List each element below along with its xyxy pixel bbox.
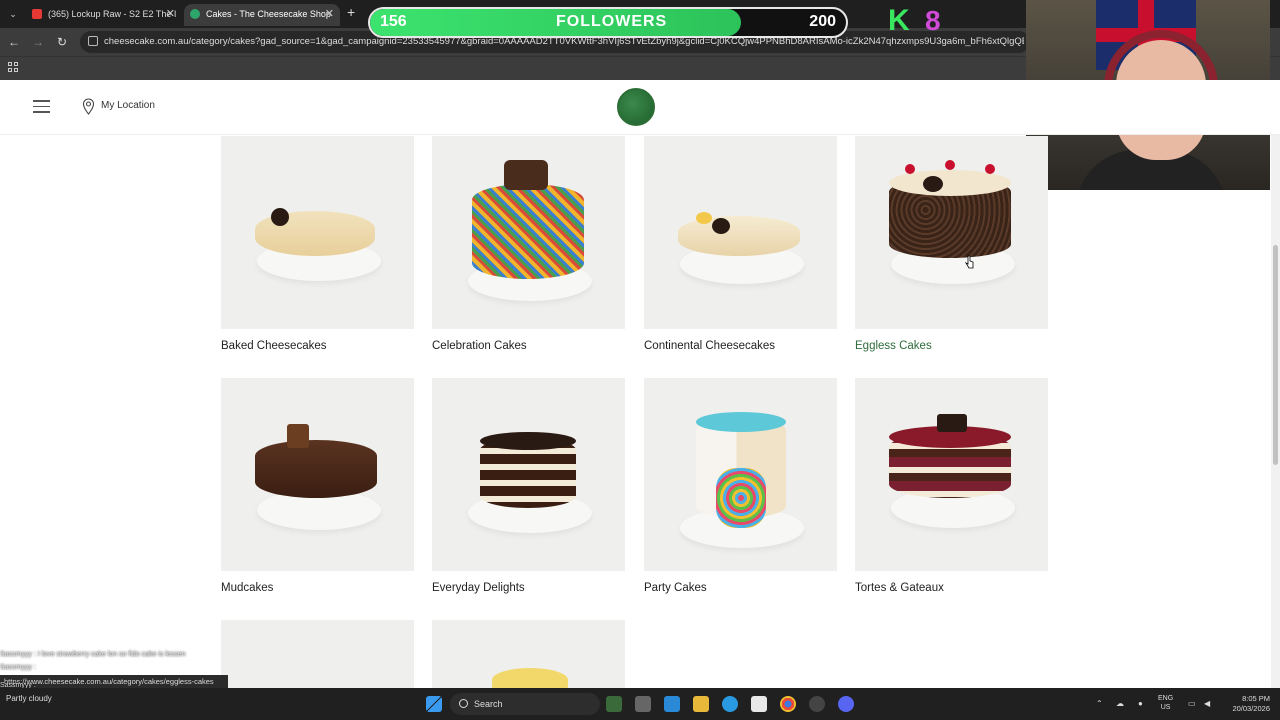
everyday-delight-image[interactable] <box>432 378 625 571</box>
stream-chat-overlay: Sassmyyy : I love strawberry cake lon so… <box>0 648 240 674</box>
category-label[interactable]: Baked Cheesecakes <box>221 340 326 352</box>
category-label[interactable]: Everyday Delights <box>432 582 525 594</box>
party-cake-image[interactable] <box>644 378 837 571</box>
tab-search-chevron-icon[interactable]: ⌄ <box>6 7 20 21</box>
category-image-partial[interactable] <box>221 620 414 688</box>
tab-title: Cakes - The Cheesecake Shop <box>206 9 331 19</box>
weather-widget[interactable]: Partly cloudy <box>6 694 52 703</box>
category-label[interactable]: Celebration Cakes <box>432 340 527 352</box>
mudcake-image[interactable] <box>221 378 414 571</box>
apps-grid-icon[interactable] <box>8 62 20 74</box>
chat-message: Sassmyyy : I love strawberry cake lon so… <box>0 651 186 658</box>
search-label: Search <box>474 699 503 709</box>
continental-cheesecake-image[interactable] <box>644 136 837 329</box>
kick-viewer-count: 8 <box>925 5 941 36</box>
category-image-partial[interactable] <box>432 620 625 688</box>
baked-cheesecake-image[interactable] <box>221 136 414 329</box>
back-arrow-icon[interactable]: ← <box>6 34 22 50</box>
microphone-icon[interactable]: ● <box>1138 688 1143 720</box>
volume-icon[interactable]: ◀ <box>1204 688 1210 720</box>
scrollbar-thumb[interactable] <box>1273 245 1278 465</box>
followers-goal-bar: 156 FOLLOWERS 200 <box>368 7 848 38</box>
eggless-cake-image[interactable] <box>855 136 1048 329</box>
settings-gear-icon[interactable] <box>635 696 651 712</box>
region-code: US <box>1160 704 1171 711</box>
location-pin-icon[interactable] <box>82 98 95 115</box>
torte-gateau-image[interactable] <box>855 378 1048 571</box>
tab-cheesecake-shop[interactable]: Cakes - The Cheesecake Shop ✕ <box>184 4 340 26</box>
search-icon <box>459 699 468 708</box>
followers-label: FOLLOWERS <box>556 13 668 30</box>
category-label[interactable]: Eggless Cakes <box>855 340 932 352</box>
input-language[interactable]: ENG US <box>1158 694 1173 712</box>
taskview-icon[interactable] <box>606 696 622 712</box>
followers-goal: 200 <box>809 13 836 30</box>
discord-icon[interactable] <box>838 696 854 712</box>
taskbar-search-box[interactable]: Search <box>450 693 600 715</box>
store-icon[interactable] <box>751 696 767 712</box>
cheesecake-shop-logo-icon[interactable] <box>617 88 655 126</box>
obs-studio-icon[interactable] <box>809 696 825 712</box>
clock-time: 8:05 PM <box>1242 694 1270 703</box>
site-header: My Location <box>0 80 1280 135</box>
close-tab-icon[interactable]: ✕ <box>325 4 334 24</box>
category-label[interactable]: Party Cakes <box>644 582 707 594</box>
cheesecake-favicon-icon <box>190 9 200 19</box>
network-icon[interactable]: ▭ <box>1188 688 1196 720</box>
reload-icon[interactable]: ↻ <box>54 34 70 50</box>
edge-browser-icon[interactable] <box>722 696 738 712</box>
forward-arrow-icon[interactable]: → <box>30 34 46 50</box>
mouse-cursor-icon <box>965 255 974 269</box>
my-location-link[interactable]: My Location <box>101 100 155 111</box>
chat-message: Sassmyyy : <box>0 664 36 671</box>
chrome-browser-icon[interactable] <box>780 696 796 712</box>
language-code: ENG <box>1158 695 1174 702</box>
followers-current: 156 <box>380 13 407 30</box>
windows-taskbar: Partly cloudy Search ⌃ ☁ ● ENG US ▭ ◀ 8:… <box>0 688 1280 720</box>
site-info-icon[interactable] <box>88 36 98 46</box>
new-tab-icon[interactable]: + <box>347 4 355 20</box>
close-tab-icon[interactable]: ✕ <box>166 4 175 24</box>
hamburger-menu-icon[interactable] <box>33 100 50 113</box>
celebration-cake-image[interactable] <box>432 136 625 329</box>
category-label[interactable]: Continental Cheesecakes <box>644 340 775 352</box>
category-label[interactable]: Mudcakes <box>221 582 273 594</box>
tab-title: (365) Lockup Raw - S2 E2 The I <box>48 9 177 19</box>
category-label[interactable]: Tortes & Gateaux <box>855 582 944 594</box>
youtube-favicon-icon <box>32 9 42 19</box>
system-clock[interactable]: 8:05 PM 20/03/2026 <box>1222 694 1270 714</box>
tray-cloud-icon[interactable]: ☁ <box>1116 688 1124 720</box>
tab-youtube[interactable]: (365) Lockup Raw - S2 E2 The I ✕ <box>26 4 181 26</box>
kick-logo-icon: K <box>888 4 910 37</box>
page-scrollbar[interactable] <box>1271 135 1280 688</box>
tray-chevron-icon[interactable]: ⌃ <box>1096 688 1103 720</box>
clock-date: 20/03/2026 <box>1232 704 1270 713</box>
file-explorer-icon[interactable] <box>693 696 709 712</box>
copilot-icon[interactable] <box>664 696 680 712</box>
windows-start-icon[interactable] <box>426 696 442 712</box>
